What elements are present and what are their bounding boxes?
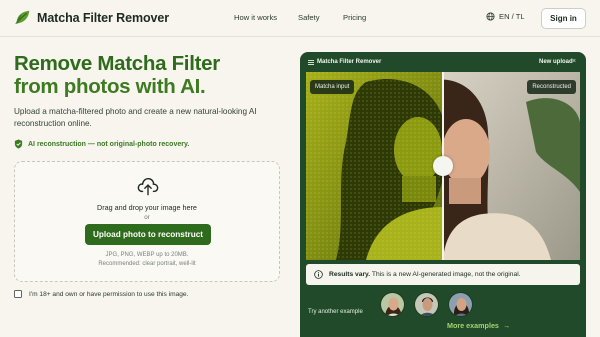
dropzone-recommended-hint: Recommended: clear portrait, well-lit (98, 261, 196, 267)
consent-row[interactable]: I'm 18+ and own or have permission to us… (14, 290, 188, 298)
leaf-icon (14, 10, 30, 25)
site-header: Matcha Filter Remover How it works Safet… (0, 0, 600, 37)
menu-icon[interactable] (308, 60, 314, 65)
page-title: Remove Matcha Filter from photos with AI… (14, 52, 220, 98)
cloud-upload-icon (137, 178, 159, 196)
matcha-input-tag: Matcha input (310, 80, 355, 94)
globe-icon (486, 12, 495, 21)
matcha-input-half (306, 72, 443, 260)
upload-photo-button[interactable]: Upload photo to reconstruct (85, 224, 211, 245)
note-text: AI reconstruction — not original-photo r… (28, 140, 190, 148)
preview-panel: Matcha Filter Remover New upload × Match… (300, 52, 586, 337)
panel-header: Matcha Filter Remover New upload × (300, 52, 586, 72)
reconstruction-note: AI reconstruction — not original-photo r… (14, 139, 189, 149)
more-examples-label: More examples (447, 321, 499, 330)
example-portrait-image (449, 293, 472, 316)
dropzone-formats-hint: JPG, PNG, WEBP up to 20MB. (105, 252, 189, 258)
panel-title: Matcha Filter Remover (317, 59, 382, 65)
arrow-right-icon: → (502, 321, 511, 330)
dropzone-or: or (144, 214, 150, 221)
title-line-1: Remove Matcha Filter (14, 52, 220, 75)
results-strong: Results vary. (329, 271, 371, 278)
title-line-2: from photos with AI. (14, 75, 206, 98)
language-label: EN / TL (499, 12, 525, 21)
results-disclaimer: Results vary. This is a new AI-generated… (306, 264, 580, 285)
consent-label: I'm 18+ and own or have permission to us… (29, 290, 189, 298)
try-another-label: Try another example (308, 309, 363, 315)
reconstructed-tag: Reconstructed (527, 80, 576, 94)
comparison-slider-handle[interactable] (433, 156, 453, 176)
nav-pricing[interactable]: Pricing (343, 13, 366, 22)
hero-subtitle: Upload a matcha-filtered photo and creat… (14, 107, 257, 128)
nav-safety[interactable]: Safety (298, 13, 320, 22)
results-text: Results vary. This is a new AI-generated… (329, 271, 521, 278)
language-switcher[interactable]: EN / TL (486, 12, 525, 21)
results-rest: This is a new AI-generated image, not th… (370, 271, 521, 278)
example-thumbnail[interactable] (380, 292, 405, 317)
close-icon[interactable]: × (572, 58, 576, 65)
consent-checkbox[interactable] (14, 290, 22, 298)
example-portrait-image (381, 293, 404, 316)
nav-how-it-works[interactable]: How it works (234, 13, 277, 22)
shield-check-icon (14, 139, 23, 149)
new-upload-button[interactable]: New upload (539, 59, 573, 65)
brand-name: Matcha Filter Remover (37, 10, 169, 25)
example-portrait-image (415, 293, 438, 316)
example-thumbnail[interactable] (448, 292, 473, 317)
example-thumbnail[interactable] (414, 292, 439, 317)
info-icon (314, 270, 323, 279)
more-examples-link[interactable]: More examples → (447, 321, 510, 330)
sign-in-button[interactable]: Sign in (541, 8, 586, 29)
dropzone-title: Drag and drop your image here (97, 203, 197, 212)
brand-logo[interactable]: Matcha Filter Remover (14, 9, 169, 26)
before-after-comparison[interactable]: Matcha input Reconstructed (306, 72, 580, 260)
upload-dropzone[interactable]: Drag and drop your image here or Upload … (14, 161, 280, 282)
